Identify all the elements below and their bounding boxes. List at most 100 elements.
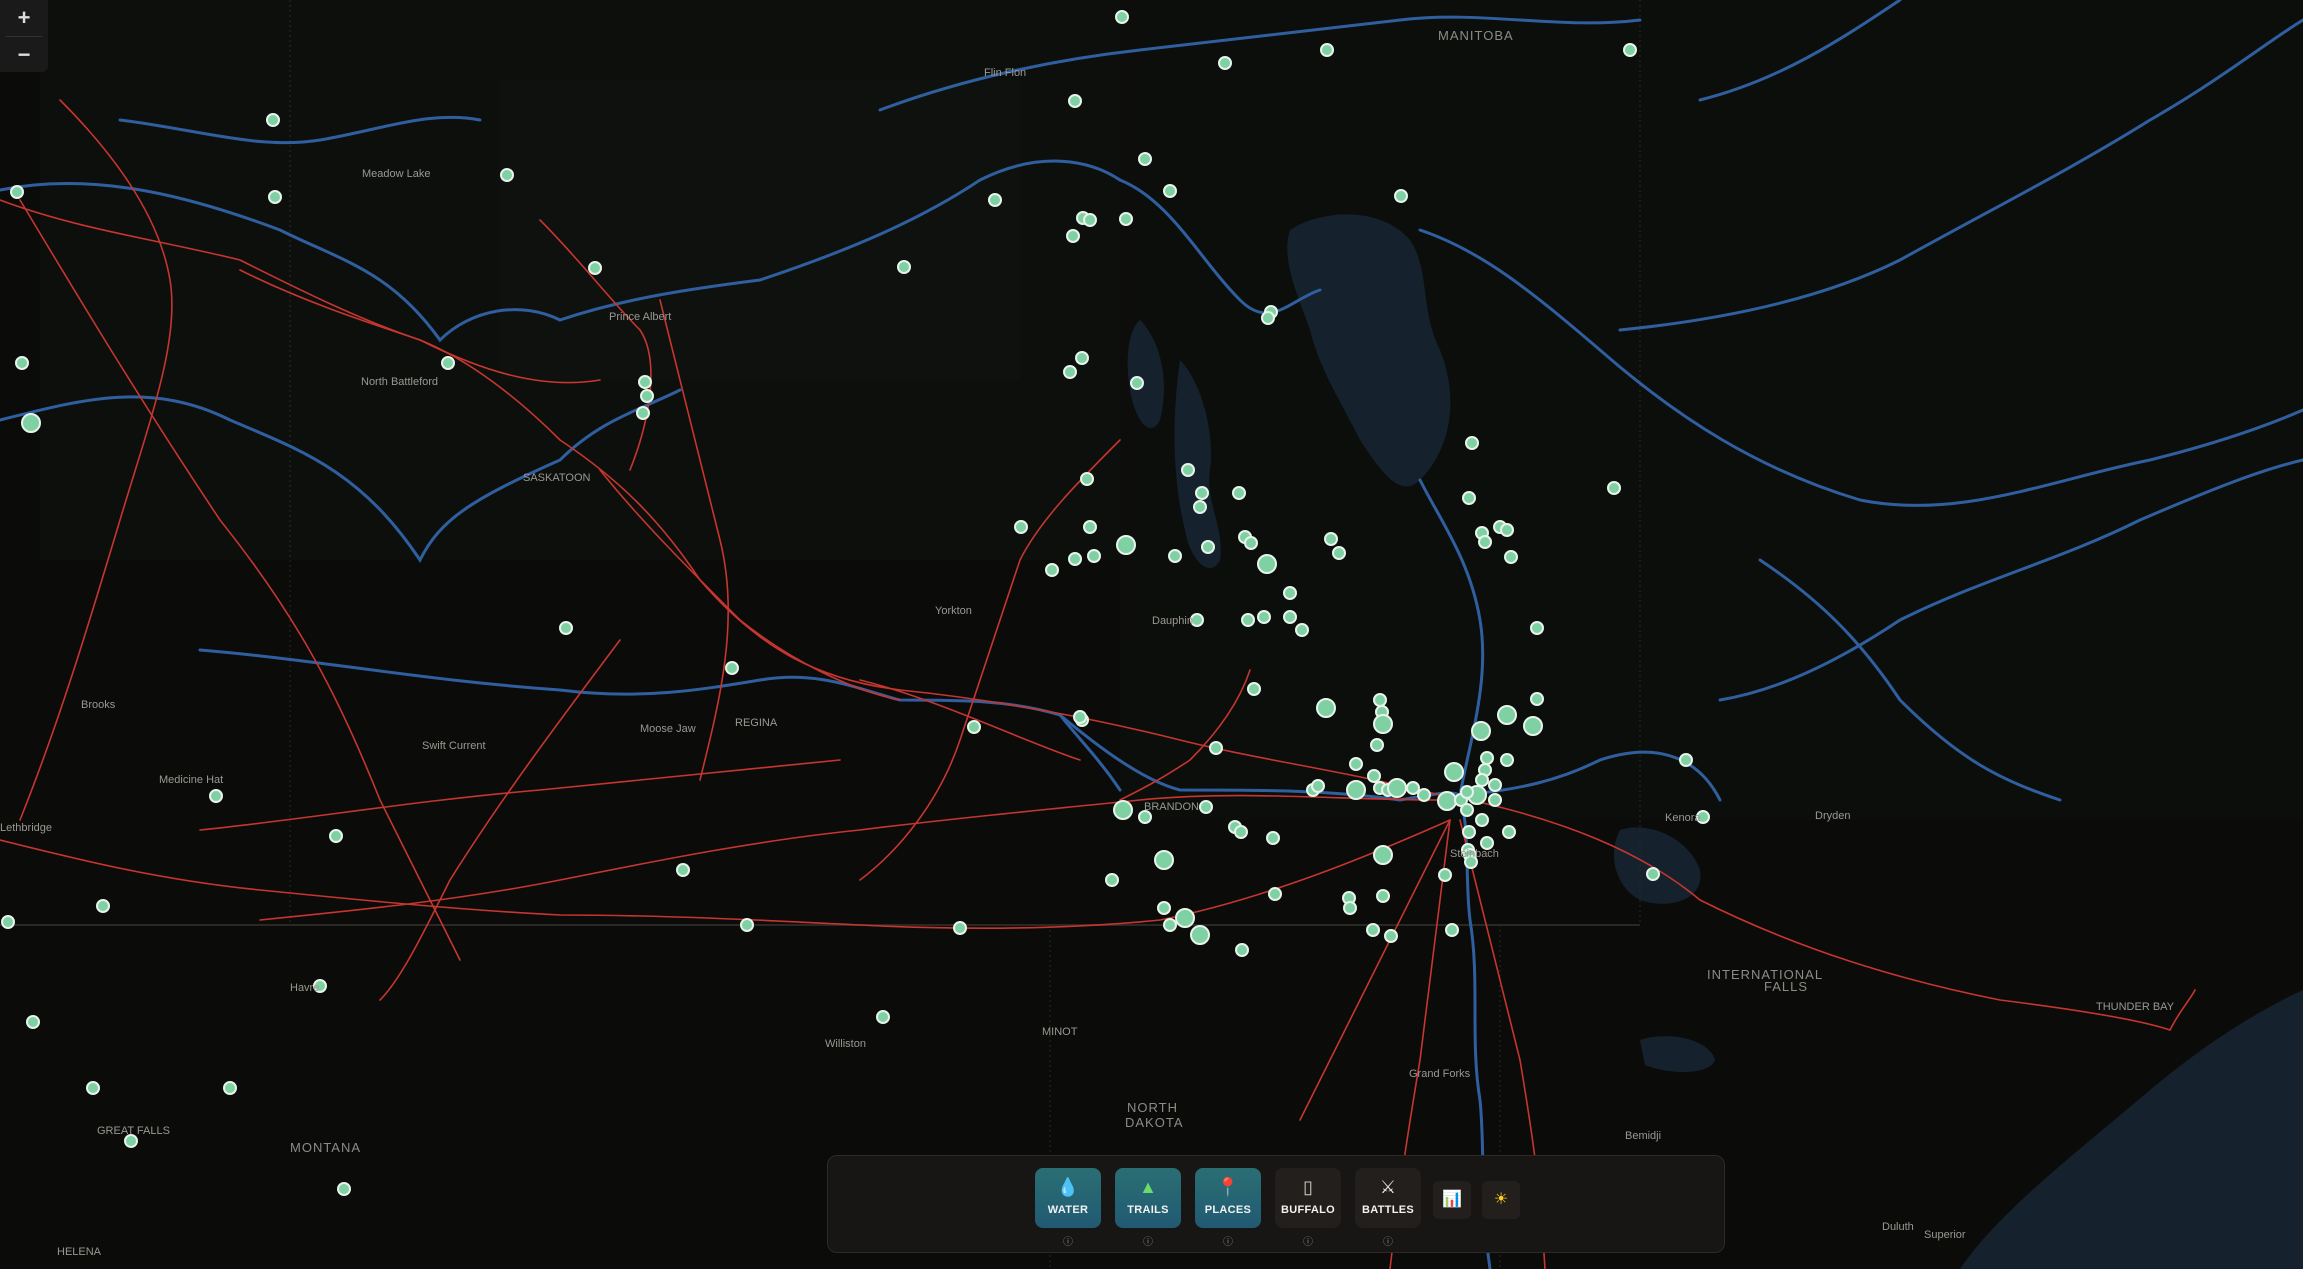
place-marker <box>640 389 654 403</box>
stats-button[interactable]: 📊 <box>1433 1181 1471 1219</box>
place-marker <box>1500 753 1514 767</box>
place-marker <box>897 260 911 274</box>
place-marker <box>1462 491 1476 505</box>
place-marker <box>1500 523 1514 537</box>
place-marker <box>86 1081 100 1095</box>
city-label: Steinbach <box>1450 848 1499 860</box>
place-marker <box>1475 773 1489 787</box>
place-marker <box>636 406 650 420</box>
city-label: Yorkton <box>935 605 972 617</box>
place-marker <box>1138 152 1152 166</box>
place-marker <box>1068 552 1082 566</box>
place-marker <box>329 829 343 843</box>
crossed-swords-icon: ⚔ <box>1379 1177 1397 1197</box>
place-marker <box>1119 212 1133 226</box>
place-marker <box>266 113 280 127</box>
place-marker <box>1266 831 1280 845</box>
place-marker <box>1130 376 1144 390</box>
place-marker <box>1444 762 1464 782</box>
zoom-out-button[interactable]: − <box>0 37 48 73</box>
place-marker <box>1261 311 1275 325</box>
place-marker <box>1014 520 1028 534</box>
place-marker <box>1163 918 1177 932</box>
place-marker <box>1190 925 1210 945</box>
place-marker <box>1241 613 1255 627</box>
place-marker <box>1497 705 1517 725</box>
region-label: MONTANA <box>290 1140 361 1155</box>
place-marker <box>1073 710 1087 724</box>
region-label: FALLS <box>1764 979 1808 994</box>
city-label: MINOT <box>1042 1026 1078 1038</box>
water-layer-button[interactable]: 💧 WATER <box>1035 1168 1101 1228</box>
place-marker <box>1201 540 1215 554</box>
place-marker <box>1068 94 1082 108</box>
place-marker <box>967 720 981 734</box>
place-marker <box>1105 873 1119 887</box>
place-marker <box>1623 43 1637 57</box>
map-canvas[interactable]: Flin Flon Meadow Lake Prince Albert Nort… <box>0 0 2303 1269</box>
place-marker <box>1376 889 1390 903</box>
places-layer-label: PLACES <box>1204 1204 1252 1216</box>
place-marker <box>1283 610 1297 624</box>
place-marker <box>1367 769 1381 783</box>
place-marker <box>1387 778 1407 798</box>
battles-layer-button[interactable]: ⚔ BATTLES <box>1355 1168 1421 1228</box>
place-marker <box>1083 213 1097 227</box>
place-marker <box>1316 698 1336 718</box>
place-marker <box>1438 868 1452 882</box>
city-label: Dryden <box>1815 810 1850 822</box>
place-marker <box>1343 901 1357 915</box>
sun-icon: ☀ <box>1493 1191 1509 1208</box>
place-marker <box>1406 781 1420 795</box>
zoom-in-button[interactable]: + <box>0 0 48 36</box>
city-label: Meadow Lake <box>362 168 431 180</box>
place-marker <box>1181 463 1195 477</box>
place-marker <box>559 621 573 635</box>
city-label: Dauphin <box>1152 615 1193 627</box>
place-marker <box>1460 803 1474 817</box>
water-info-icon[interactable]: ⓘ <box>1035 1233 1101 1248</box>
place-marker <box>1311 779 1325 793</box>
battles-info-icon[interactable]: ⓘ <box>1355 1233 1421 1248</box>
place-marker <box>1478 535 1492 549</box>
place-marker <box>209 789 223 803</box>
city-label: BRANDON <box>1144 801 1199 813</box>
city-label: HELENA <box>57 1246 102 1258</box>
place-marker <box>1218 56 1232 70</box>
place-marker <box>1488 778 1502 792</box>
places-info-icon[interactable]: ⓘ <box>1195 1233 1261 1248</box>
place-marker <box>1268 887 1282 901</box>
city-label: Duluth <box>1882 1221 1914 1233</box>
city-label: Flin Flon <box>984 67 1026 79</box>
place-marker <box>1346 780 1366 800</box>
place-marker <box>953 921 967 935</box>
trails-layer-button[interactable]: ▲ TRAILS <box>1115 1168 1181 1228</box>
place-marker <box>1320 43 1334 57</box>
place-marker <box>1646 867 1660 881</box>
buffalo-info-icon[interactable]: ⓘ <box>1275 1233 1341 1248</box>
place-marker <box>876 1010 890 1024</box>
trails-info-icon[interactable]: ⓘ <box>1115 1233 1181 1248</box>
place-marker <box>1063 365 1077 379</box>
buffalo-icon: ▯ <box>1303 1177 1313 1197</box>
city-label: THUNDER BAY <box>2096 1001 2175 1013</box>
place-marker <box>1480 751 1494 765</box>
place-marker <box>1235 943 1249 957</box>
theme-toggle-button[interactable]: ☀ <box>1482 1181 1520 1219</box>
place-marker <box>26 1015 40 1029</box>
city-label: Medicine Hat <box>159 774 223 786</box>
place-marker <box>15 356 29 370</box>
place-marker <box>1394 189 1408 203</box>
place-marker <box>1244 536 1258 550</box>
city-label: REGINA <box>735 717 778 729</box>
place-marker <box>638 375 652 389</box>
city-label: Prince Albert <box>609 311 671 323</box>
places-layer-button[interactable]: 📍 PLACES <box>1195 1168 1261 1228</box>
place-marker <box>337 1182 351 1196</box>
place-marker <box>1232 486 1246 500</box>
buffalo-layer-button[interactable]: ▯ BUFFALO <box>1275 1168 1341 1228</box>
place-marker <box>1257 554 1277 574</box>
place-marker <box>1168 549 1182 563</box>
place-marker <box>1384 929 1398 943</box>
region-label: DAKOTA <box>1125 1115 1184 1130</box>
